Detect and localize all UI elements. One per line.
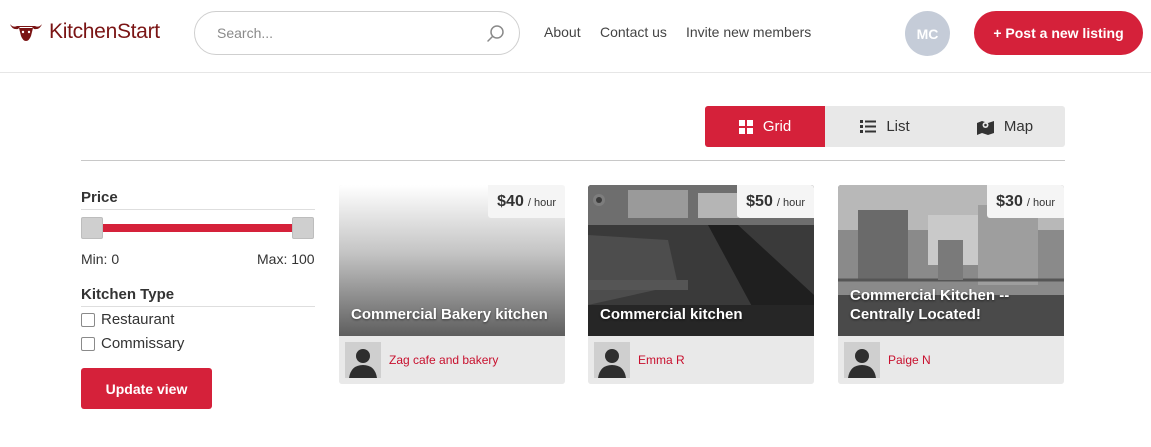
price-amount: $50 — [746, 193, 773, 210]
price-filter-rule — [81, 209, 315, 210]
listing-card[interactable]: Commercial Kitchen -- Centrally Located!… — [838, 185, 1064, 384]
tab-map-label: Map — [1003, 118, 1034, 135]
price-unit: / hour — [776, 197, 805, 209]
price-min-label: Min: 0 — [81, 251, 120, 267]
owner-avatar[interactable] — [844, 342, 880, 378]
kitchen-type-option-commissary[interactable]: Commissary — [81, 335, 184, 352]
update-view-button[interactable]: Update view — [81, 368, 212, 409]
owner-avatar[interactable] — [594, 342, 630, 378]
listing-card[interactable]: Commercial kitchen $50 / hour Emma R — [588, 185, 814, 384]
section-divider — [81, 160, 1065, 161]
price-tag: $50 / hour — [737, 185, 814, 218]
price-tag: $30 / hour — [987, 185, 1064, 218]
listing-owner: Emma R — [588, 336, 814, 384]
restaurant-label: Restaurant — [101, 311, 175, 328]
price-amount: $30 — [996, 193, 1023, 210]
price-max-handle[interactable] — [292, 217, 314, 239]
nav-about-link[interactable]: About — [544, 24, 581, 40]
top-bar: KitchenStart About Contact us Invite new… — [0, 0, 1151, 73]
listing-title: Commercial Kitchen -- Centrally Located! — [850, 287, 1010, 323]
owner-name-link[interactable]: Paige N — [888, 353, 931, 367]
owner-name-link[interactable]: Emma R — [638, 353, 685, 367]
price-amount: $40 — [497, 193, 524, 210]
commissary-label: Commissary — [101, 335, 185, 352]
price-min-handle[interactable] — [81, 217, 103, 239]
view-switcher: Grid List Map — [705, 106, 1065, 147]
listing-card[interactable]: Commercial Bakery kitchen $40 / hour Zag… — [339, 185, 565, 384]
price-slider-track[interactable] — [92, 224, 304, 232]
price-max-label: Max: 100 — [257, 251, 315, 267]
logo[interactable]: KitchenStart — [9, 20, 160, 44]
kitchen-type-filter-rule — [81, 306, 315, 307]
nav-invite-link[interactable]: Invite new members — [686, 24, 811, 40]
listing-title: Commercial Bakery kitchen — [351, 306, 548, 323]
price-filter-title: Price — [81, 189, 118, 206]
tab-map[interactable]: Map — [945, 106, 1065, 147]
search-icon[interactable] — [486, 24, 506, 44]
tab-list[interactable]: List — [825, 106, 945, 147]
nav-contact-link[interactable]: Contact us — [600, 24, 667, 40]
user-avatar[interactable]: MC — [905, 11, 950, 56]
listing-title: Commercial kitchen — [600, 306, 743, 323]
grid-icon — [738, 119, 753, 134]
price-unit: / hour — [527, 197, 556, 209]
bull-head-icon — [10, 24, 42, 41]
restaurant-checkbox[interactable] — [81, 312, 95, 327]
brand-name: KitchenStart — [49, 20, 160, 43]
price-unit: / hour — [1026, 197, 1055, 209]
owner-name-link[interactable]: Zag cafe and bakery — [389, 353, 498, 367]
kitchen-type-filter-title: Kitchen Type — [81, 286, 175, 303]
listing-owner: Paige N — [838, 336, 1064, 384]
listing-owner: Zag cafe and bakery — [339, 336, 565, 384]
price-tag: $40 / hour — [488, 185, 565, 218]
map-icon — [976, 119, 994, 135]
search-input[interactable] — [217, 22, 467, 44]
tab-grid-label: Grid — [762, 118, 792, 135]
commissary-checkbox[interactable] — [81, 336, 95, 351]
tab-list-label: List — [886, 118, 910, 135]
kitchen-type-option-restaurant[interactable]: Restaurant — [81, 311, 174, 328]
search-box[interactable] — [194, 11, 520, 55]
owner-avatar[interactable] — [345, 342, 381, 378]
tab-grid[interactable]: Grid — [705, 106, 825, 147]
list-icon — [860, 120, 877, 133]
post-listing-button[interactable]: + Post a new listing — [974, 11, 1143, 55]
